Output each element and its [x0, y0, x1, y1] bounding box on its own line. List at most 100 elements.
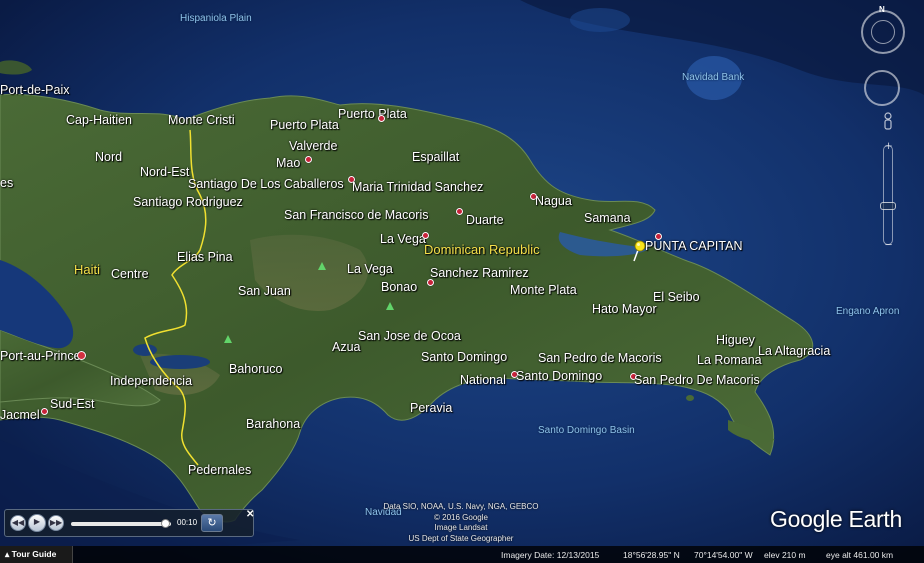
rewind-button[interactable]: ◀◀ — [10, 515, 26, 531]
place-label: Santo Domingo — [516, 369, 603, 383]
lake-azuei — [133, 344, 157, 356]
play-button[interactable]: ▶ — [28, 514, 46, 532]
place-label: Hato Mayor — [592, 302, 657, 316]
place-label: Santiago Rodriguez — [133, 195, 243, 209]
satellite-imagery[interactable] — [0, 0, 924, 563]
place-label: La Altagracia — [758, 344, 831, 358]
yellow-pushpin-icon[interactable] — [630, 240, 646, 262]
country-label-haiti: Haiti — [74, 262, 101, 277]
place-label: Maria Trinidad Sanchez — [352, 180, 484, 194]
capital-marker[interactable] — [77, 351, 86, 360]
elevation: elev 210 m — [764, 550, 806, 560]
place-label: Nord-Est — [140, 165, 190, 179]
attribution-line: Image Landsat — [434, 523, 488, 532]
city-marker[interactable] — [427, 279, 434, 286]
tour-progress-knob[interactable] — [161, 519, 170, 528]
city-marker[interactable] — [41, 408, 48, 415]
street-view-pegman-icon[interactable] — [882, 112, 894, 134]
place-label: Higuey — [716, 333, 755, 347]
place-label: Independencia — [110, 374, 193, 388]
place-label: Cap-Haitien — [66, 113, 133, 127]
place-label: Sud-Est — [50, 397, 95, 411]
country-label-dominican-republic: Dominican Republic — [424, 242, 540, 257]
status-bar: ▴ Tour Guide Imagery Date: 12/13/2015 18… — [0, 546, 924, 563]
place-label: Puerto Plata — [338, 107, 407, 121]
place-label: La Romana — [697, 353, 762, 367]
catalina-island — [686, 395, 694, 401]
place-label: Centre — [111, 267, 149, 281]
move-joystick[interactable] — [864, 70, 900, 106]
place-label: Elias Pina — [177, 250, 233, 264]
mountain-peak-icon[interactable] — [318, 262, 326, 270]
place-label: Espaillat — [412, 150, 460, 164]
fast-forward-button[interactable]: ▶▶ — [48, 515, 64, 531]
attribution: Data SIO, NOAA, U.S. Navy, NGA, GEBCO © … — [356, 502, 566, 544]
compass-north-label[interactable]: N — [879, 5, 885, 14]
navigation-controls: N + − — [854, 0, 924, 260]
place-label: San Pedro De Macoris — [634, 373, 760, 387]
place-label: Azua — [332, 340, 361, 354]
zoom-slider-thumb[interactable] — [880, 202, 896, 210]
place-label: San Pedro de Macoris — [538, 351, 662, 365]
place-label: Puerto Plata — [270, 118, 339, 132]
place-label: Samana — [584, 211, 631, 225]
attribution-line: US Dept of State Geographer — [408, 533, 514, 543]
pushpin-label[interactable]: PUNTA CAPITAN — [645, 240, 742, 253]
place-label: Sanchez Ramirez — [430, 266, 529, 280]
city-marker[interactable] — [422, 232, 429, 239]
chevron-up-icon: ▴ — [5, 549, 10, 559]
latitude: 18°56'28.95" N — [623, 550, 680, 560]
water-label: Hispaniola Plain — [180, 13, 252, 24]
place-label: San Francisco de Macoris — [284, 208, 429, 222]
city-marker[interactable] — [456, 208, 463, 215]
longitude: 70°14'54.00" W — [694, 550, 753, 560]
tour-time: 00:10 — [177, 518, 198, 527]
place-label: Santiago De Los Caballeros — [188, 177, 344, 191]
place-label: Duarte — [466, 213, 504, 227]
place-label: Santo Domingo — [421, 350, 508, 364]
water-label: Navidad Bank — [682, 72, 745, 83]
tour-guide-tab[interactable]: ▴ Tour Guide — [0, 546, 73, 563]
water-label: Engano Apron — [836, 306, 900, 317]
place-label: Monte Plata — [510, 283, 577, 297]
place-label: Bonao — [381, 280, 418, 294]
place-label: Bahoruco — [229, 362, 283, 376]
imagery-date: Imagery Date: 12/13/2015 — [501, 550, 600, 560]
city-marker[interactable] — [378, 115, 385, 122]
attribution-line: Data SIO, NOAA, U.S. Navy, NGA, GEBCO — [383, 502, 539, 511]
place-label: Peravia — [410, 401, 453, 415]
place-label: La Vega — [380, 232, 426, 246]
place-label: es — [0, 176, 14, 190]
tour-player: ◀◀ ▶ ▶▶ 00:10 ↻ ✕ — [4, 509, 254, 537]
place-label: San Jose de Ocoa — [358, 329, 461, 343]
google-earth-logo: Google Earth — [770, 506, 902, 532]
tour-progress-bar[interactable] — [71, 522, 171, 526]
close-icon[interactable]: ✕ — [246, 509, 254, 520]
look-joystick[interactable] — [871, 20, 895, 44]
place-label: Jacmel — [0, 408, 40, 422]
eye-altitude: eye alt 461.00 km — [826, 550, 894, 560]
map-viewport[interactable]: Haiti Dominican Republic Hispaniola Plai… — [0, 0, 924, 563]
place-label: Nord — [95, 150, 123, 164]
place-label: Monte Cristi — [168, 113, 235, 127]
mountain-peak-icon[interactable] — [224, 335, 232, 343]
place-label: Pedernales — [188, 463, 252, 477]
place-label: Valverde — [289, 139, 338, 153]
place-label: San Juan — [238, 284, 291, 298]
zoom-slider[interactable] — [880, 145, 896, 245]
mountain-peak-icon[interactable] — [386, 302, 394, 310]
tour-guide-label: Tour Guide — [11, 549, 57, 559]
loop-icon[interactable]: ↻ — [201, 514, 223, 532]
attribution-line: © 2016 Google — [434, 512, 488, 522]
place-label: El Seibo — [653, 290, 700, 304]
place-label: Port-au-Prince — [0, 349, 81, 363]
place-label: Mao — [276, 156, 301, 170]
zoom-out-icon[interactable]: − — [882, 238, 895, 251]
city-marker[interactable] — [305, 156, 312, 163]
bank-shallow — [570, 8, 630, 32]
place-label: Barahona — [246, 417, 301, 431]
place-label: National — [460, 373, 506, 387]
water-label: Santo Domingo Basin — [538, 425, 635, 436]
place-label: La Vega — [347, 262, 393, 276]
place-label: Nagua — [535, 194, 572, 208]
